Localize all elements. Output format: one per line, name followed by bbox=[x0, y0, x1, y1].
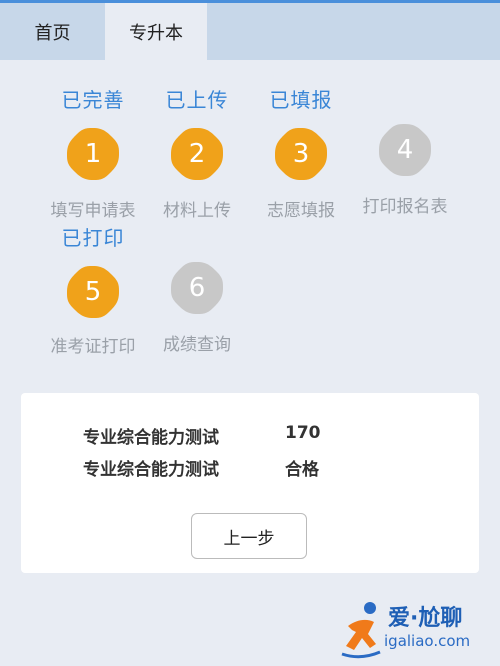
back-button-label: 上一步 bbox=[223, 528, 275, 549]
step-badge[interactable]: 4 bbox=[375, 120, 435, 180]
watermark-url: igaliao.com bbox=[384, 632, 471, 650]
step-badge[interactable]: 1 bbox=[63, 124, 123, 184]
step-status: 已填报 bbox=[269, 88, 333, 112]
score-card: 专业综合能力测试 170 专业综合能力测试 合格 上一步 bbox=[21, 393, 479, 573]
score-value: 170 bbox=[285, 423, 321, 443]
watermark-brand: 爱·尬聊 bbox=[388, 606, 463, 631]
step-badge[interactable]: 3 bbox=[271, 124, 331, 184]
step-label: 打印报名表 bbox=[362, 197, 448, 217]
step-badge[interactable]: 6 bbox=[167, 258, 227, 318]
step-badge[interactable]: 5 bbox=[63, 262, 123, 322]
tab-bar: 首页 专升本 bbox=[0, 3, 500, 60]
step-status: 已完善 bbox=[61, 88, 125, 112]
tab-home-label: 首页 bbox=[34, 22, 71, 44]
tab-zhuanshengben-label: 专升本 bbox=[129, 22, 183, 44]
step-number: 6 bbox=[188, 273, 206, 303]
tab-zhuanshengben[interactable]: 专升本 bbox=[105, 3, 207, 60]
score-value: 合格 bbox=[285, 460, 319, 480]
back-button[interactable]: 上一步 bbox=[191, 513, 307, 559]
step-label: 成绩查询 bbox=[163, 335, 231, 355]
watermark: 爱·尬聊 igaliao.com bbox=[340, 598, 500, 664]
score-subject: 专业综合能力测试 bbox=[83, 428, 219, 448]
step-number: 2 bbox=[188, 139, 206, 169]
step-number: 4 bbox=[396, 135, 414, 165]
step-status: 已打印 bbox=[61, 226, 125, 250]
step-badge[interactable]: 2 bbox=[167, 124, 227, 184]
step-number: 5 bbox=[84, 277, 102, 307]
score-subject: 专业综合能力测试 bbox=[83, 460, 219, 480]
step-number: 1 bbox=[84, 139, 102, 169]
step-status: 已上传 bbox=[165, 88, 229, 112]
running-figure-logo-icon bbox=[341, 602, 381, 659]
step-number: 3 bbox=[292, 139, 310, 169]
tab-home[interactable]: 首页 bbox=[0, 3, 105, 60]
